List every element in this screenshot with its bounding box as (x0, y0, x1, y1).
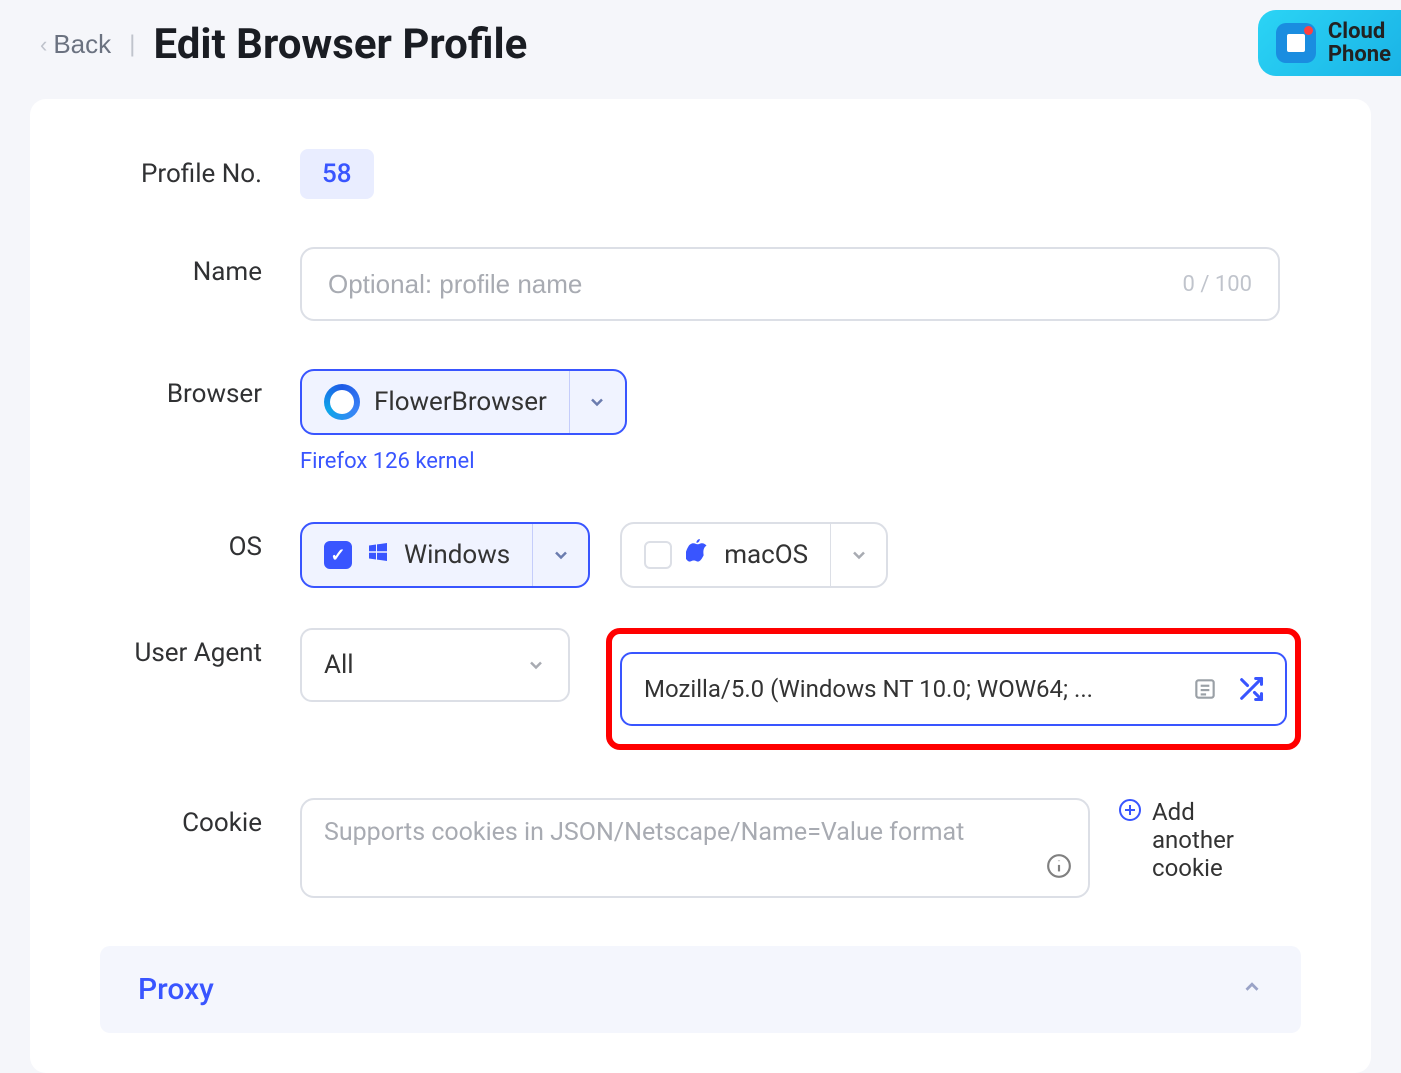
windows-icon (366, 540, 390, 570)
browser-select[interactable]: FlowerBrowser (300, 369, 627, 435)
os-macos-checkbox[interactable] (644, 541, 672, 569)
row-browser: Browser FlowerBrowser Firefox 126 kernel (100, 369, 1301, 474)
apple-icon (686, 539, 710, 572)
header-divider: | (129, 30, 135, 60)
name-input-wrapper: 0 / 100 (300, 247, 1280, 321)
row-os: OS Windows (100, 522, 1301, 588)
ua-version-value: All (324, 650, 354, 680)
browser-label: Browser (100, 369, 300, 409)
kernel-note: Firefox 126 kernel (300, 449, 1301, 474)
flowerbrowser-icon (324, 384, 360, 420)
ua-version-select[interactable]: All (300, 628, 570, 702)
os-macos-label: macOS (724, 540, 808, 570)
add-cookie-button[interactable]: Add another cookie (1118, 798, 1262, 898)
info-icon (1046, 853, 1072, 879)
cookie-info-icon[interactable] (1046, 853, 1072, 886)
ua-shuffle-button[interactable] (1235, 673, 1267, 705)
chevron-down-icon (526, 655, 546, 675)
cloud-phone-text: Cloud Phone (1328, 20, 1391, 66)
ua-input-wrapper: Mozilla/5.0 (Windows NT 10.0; WOW64; ... (620, 652, 1287, 726)
os-windows-label: Windows (404, 540, 510, 570)
ua-highlight-box: Mozilla/5.0 (Windows NT 10.0; WOW64; ... (606, 628, 1301, 750)
row-profile-no: Profile No. 58 (100, 149, 1301, 199)
ua-list-button[interactable] (1189, 673, 1221, 705)
os-windows-dropdown[interactable] (532, 524, 588, 586)
list-icon (1192, 676, 1218, 702)
os-label: OS (100, 522, 300, 562)
add-cookie-label: Add another cookie (1152, 798, 1262, 882)
profile-no-label: Profile No. (100, 149, 300, 189)
form-panel: Profile No. 58 Name 0 / 100 Browser Flow… (30, 99, 1371, 1073)
ua-input[interactable]: Mozilla/5.0 (Windows NT 10.0; WOW64; ... (644, 675, 1175, 703)
profile-no-value: 58 (300, 149, 374, 199)
name-label: Name (100, 247, 300, 287)
cloud-phone-icon (1276, 23, 1316, 63)
cloud-phone-badge[interactable]: Cloud Phone (1258, 10, 1401, 76)
ua-label: User Agent (100, 628, 300, 668)
chevron-down-icon (551, 545, 571, 565)
os-windows-checkbox[interactable] (324, 541, 352, 569)
back-label: Back (53, 29, 111, 60)
browser-selected-label: FlowerBrowser (374, 387, 547, 417)
cookie-textarea-wrapper (300, 798, 1090, 898)
proxy-title: Proxy (138, 972, 214, 1007)
cookie-textarea[interactable] (324, 818, 1066, 878)
row-cookie: Cookie Add another cookie (100, 798, 1301, 898)
os-macos-dropdown[interactable] (830, 524, 886, 586)
row-user-agent: User Agent All Mozilla/5.0 (Windows NT 1… (100, 628, 1301, 750)
name-char-count: 0 / 100 (1183, 272, 1252, 297)
browser-dropdown-toggle[interactable] (569, 371, 625, 433)
row-name: Name 0 / 100 (100, 247, 1301, 321)
chevron-down-icon (587, 392, 607, 412)
plus-circle-icon (1118, 798, 1142, 826)
page-title: Edit Browser Profile (154, 20, 528, 69)
proxy-section-toggle[interactable]: Proxy (100, 946, 1301, 1033)
shuffle-icon (1237, 675, 1265, 703)
os-macos-option[interactable]: macOS (620, 522, 888, 588)
chevron-up-icon (1241, 976, 1263, 1004)
cookie-label: Cookie (100, 798, 300, 838)
page-header: ‹ Back | Edit Browser Profile Cloud Phon… (0, 0, 1401, 89)
chevron-left-icon: ‹ (40, 32, 47, 58)
name-input[interactable] (328, 269, 1183, 300)
chevron-down-icon (849, 545, 869, 565)
os-windows-option[interactable]: Windows (300, 522, 590, 588)
back-button[interactable]: ‹ Back (40, 29, 111, 60)
